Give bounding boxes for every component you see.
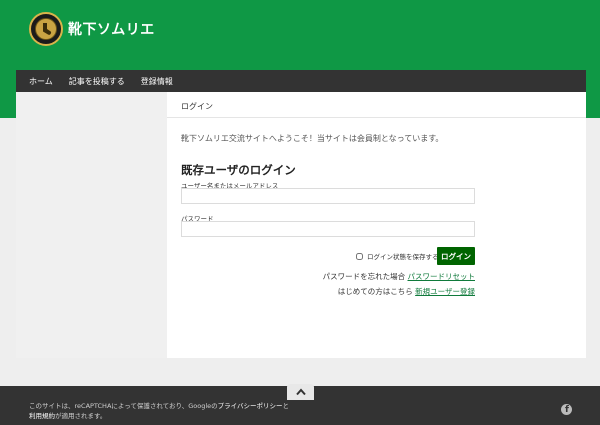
breadcrumb: ログイン bbox=[181, 102, 213, 111]
terms-link[interactable]: 利用規約 bbox=[29, 412, 55, 420]
logo-emblem bbox=[35, 18, 57, 40]
forgot-password-prefix: パスワードを忘れた場合 bbox=[322, 272, 406, 281]
recaptcha-notice: このサイトは、reCAPTCHAによって保護されており、Googleのプライバシ… bbox=[29, 401, 299, 421]
main-nav: ホーム 記事を投稿する 登録情報 bbox=[16, 70, 586, 92]
nav-item-post-article[interactable]: 記事を投稿する bbox=[56, 76, 125, 87]
breadcrumb-bar: ログイン bbox=[167, 92, 586, 118]
scroll-to-top-button[interactable] bbox=[287, 384, 314, 400]
sidebar bbox=[16, 92, 167, 358]
chevron-up-icon bbox=[295, 388, 306, 396]
footer-text-2: と bbox=[282, 402, 290, 410]
privacy-policy-link[interactable]: プライバシーポリシー bbox=[218, 402, 283, 410]
username-input[interactable] bbox=[181, 188, 475, 204]
login-button[interactable]: ログイン bbox=[437, 247, 475, 265]
password-reset-link[interactable]: パスワードリセット bbox=[408, 272, 476, 281]
main-content: ログイン 靴下ソムリエ交流サイトへようこそ！当サイトは会員制となっています。 既… bbox=[167, 92, 586, 358]
new-user-register-link[interactable]: 新規ユーザー登録 bbox=[415, 287, 475, 296]
site-logo[interactable] bbox=[29, 12, 63, 46]
footer-text-1: このサイトは、reCAPTCHAによって保護されており、Googleの bbox=[29, 402, 218, 410]
nav-item-home[interactable]: ホーム bbox=[16, 76, 53, 87]
register-line: はじめての方はこちら 新規ユーザー登録 bbox=[338, 286, 475, 297]
nav-item-registration-info[interactable]: 登録情報 bbox=[128, 76, 173, 87]
footer-text-3: が適用されます。 bbox=[55, 412, 107, 420]
facebook-icon[interactable]: f bbox=[561, 404, 572, 415]
register-prefix: はじめての方はこちら bbox=[337, 287, 413, 296]
remember-me-label: ログイン状態を保存する bbox=[367, 253, 439, 261]
sock-icon bbox=[43, 23, 52, 35]
remember-me-checkbox[interactable] bbox=[356, 252, 363, 260]
forgot-password-line: パスワードを忘れた場合 パスワードリセット bbox=[323, 271, 475, 282]
welcome-message: 靴下ソムリエ交流サイトへようこそ！当サイトは会員制となっています。 bbox=[181, 134, 444, 143]
remember-me[interactable]: ログイン状態を保存する bbox=[356, 251, 439, 261]
site-title[interactable]: 靴下ソムリエ bbox=[68, 19, 155, 39]
password-input[interactable] bbox=[181, 221, 475, 237]
login-heading: 既存ユーザのログイン bbox=[181, 163, 296, 177]
